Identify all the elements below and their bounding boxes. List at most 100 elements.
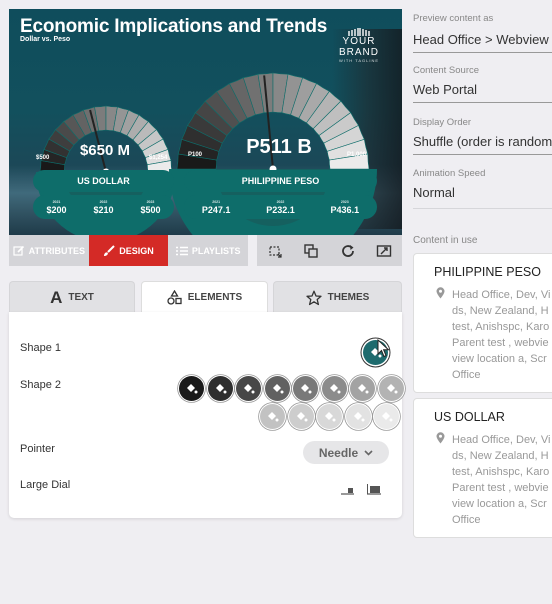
star-icon <box>306 290 322 305</box>
small-gauge-values: 2021 $200 2022 $210 2023 $500 <box>33 195 174 219</box>
paint-bucket-icon <box>301 384 312 394</box>
brand-name: YOUR BRAND <box>338 36 379 58</box>
tab-text-label: TEXT <box>68 292 94 303</box>
mouse-cursor <box>377 339 390 358</box>
animation-speed-label: Animation Speed <box>413 168 486 179</box>
brand-tagline: WITH TAGLINE <box>338 58 380 63</box>
tab-elements-label: ELEMENTS <box>187 292 243 303</box>
layers-icon[interactable] <box>303 243 319 259</box>
paint-bucket-icon <box>244 384 255 394</box>
display-order-select[interactable]: Shuffle (order is random) <box>413 134 552 155</box>
paint-bucket-icon <box>325 412 336 422</box>
tab-themes-label: THEMES <box>327 292 370 303</box>
large-gauge-value-3: 2023 P436.1 <box>330 199 360 215</box>
paint-bucket-icon <box>329 384 340 394</box>
content-card-locations: Head Office, Dev, Vi ds, New Zealand, H … <box>452 289 551 381</box>
align-bottom-large-icon[interactable] <box>366 482 382 495</box>
tab-attributes-label: ATTRIBUTES <box>28 245 85 256</box>
small-gauge-label: US DOLLAR <box>33 170 174 192</box>
shape2-color-swatch[interactable] <box>236 376 261 401</box>
shape1-label: Shape 1 <box>20 342 61 354</box>
content-card-dollar[interactable]: US DOLLAR Head Office, Dev, Vi ds, New Z… <box>413 398 552 538</box>
tab-text[interactable]: A TEXT <box>9 281 135 313</box>
paint-bucket-icon <box>268 412 279 422</box>
tab-design-label: DESIGN <box>119 245 154 256</box>
list-icon <box>175 246 188 255</box>
shape2-color-swatch[interactable] <box>321 376 347 401</box>
shape2-color-swatch[interactable] <box>317 404 342 429</box>
tab-attributes[interactable]: ATTRIBUTES <box>9 235 89 266</box>
preview-as-select[interactable]: Head Office > Webview <box>413 32 552 53</box>
content-in-use-label: Content in use <box>413 235 478 246</box>
align-bottom-small-icon[interactable] <box>340 483 355 495</box>
large-gauge-min: P100 <box>188 152 203 158</box>
brand-logo-icon <box>348 28 370 36</box>
content-card-title: US DOLLAR <box>434 410 505 424</box>
display-order-label: Display Order <box>413 117 472 128</box>
shape2-color-swatch[interactable] <box>374 404 399 429</box>
brand-logo: YOUR BRAND WITH TAGLINE <box>323 27 395 63</box>
shape2-color-swatch[interactable] <box>264 376 290 401</box>
section-divider <box>413 208 552 209</box>
small-gauge-min: $500 <box>36 155 50 161</box>
elements-panel: Shape 1 Shape 2 Pointer Needle Large Dia… <box>9 312 404 518</box>
shapes-icon <box>167 290 182 305</box>
tab-elements[interactable]: ELEMENTS <box>141 281 268 313</box>
large-gauge-value: P511 B <box>246 136 312 158</box>
preview-subtitle: Dollar vs. Peso <box>20 36 71 43</box>
paint-bucket-icon <box>386 384 397 394</box>
pointer-label: Pointer <box>20 443 55 455</box>
crop-icon[interactable] <box>267 243 283 259</box>
tab-playlists-label: PLAYLISTS <box>191 245 241 256</box>
tab-design[interactable]: DESIGN <box>88 235 169 266</box>
paint-bucket-icon <box>187 384 198 394</box>
large-gauge-label: PHILIPPINE PESO <box>184 170 377 192</box>
small-gauge-value: $650 M <box>79 142 131 159</box>
small-gauge-max: $1,254 <box>149 155 168 161</box>
small-gauge-value-3: 2023 $500 <box>140 199 161 215</box>
paint-bucket-icon <box>215 384 226 394</box>
shape2-color-swatch[interactable] <box>288 404 314 429</box>
content-source-select[interactable]: Web Portal <box>413 82 552 103</box>
content-preview: Economic Implications and Trends Dollar … <box>9 9 402 235</box>
small-gauge-value-2: 2022 $210 <box>93 199 114 215</box>
paint-bucket-icon <box>296 412 307 422</box>
content-card-locations: Head Office, Dev, Vi ds, New Zealand, H … <box>452 434 551 526</box>
shape2-color-swatch[interactable] <box>179 376 204 401</box>
refresh-icon[interactable] <box>340 243 356 259</box>
preview-actions <box>257 235 402 266</box>
paint-bucket-icon <box>272 384 283 394</box>
animation-speed-select[interactable]: Normal <box>413 185 552 205</box>
content-card-title: PHILIPPINE PESO <box>434 265 541 279</box>
paint-bucket-icon <box>382 412 393 422</box>
large-gauge-max: P1,000 <box>347 152 367 158</box>
shape2-color-swatch[interactable] <box>350 376 375 401</box>
pointer-select[interactable]: Needle <box>303 441 389 464</box>
preview-as-label: Preview content as <box>413 13 494 24</box>
content-card-peso[interactable]: PHILIPPINE PESO Head Office, Dev, Vi ds,… <box>413 253 552 393</box>
large-gauge-value-1: 2021 P247.1 <box>201 199 231 215</box>
shape2-color-swatch[interactable] <box>260 404 285 429</box>
shape2-color-swatch[interactable] <box>207 376 233 401</box>
location-pin-icon <box>436 432 445 444</box>
tab-playlists[interactable]: PLAYLISTS <box>168 235 248 266</box>
content-source-label: Content Source <box>413 65 480 76</box>
large-gauge-value-2: 2022 P232.1 <box>266 199 295 215</box>
paint-bucket-icon <box>353 412 364 422</box>
small-gauge-value-1: 2021 $200 <box>46 199 67 215</box>
tab-themes[interactable]: THEMES <box>273 281 402 313</box>
chevron-down-icon <box>364 449 373 456</box>
shape2-color-swatch[interactable] <box>378 376 404 401</box>
location-pin-icon <box>436 287 445 299</box>
shape2-color-swatch[interactable] <box>345 404 371 429</box>
shape2-color-swatch[interactable] <box>293 376 318 401</box>
shape2-label: Shape 2 <box>20 379 61 391</box>
expand-icon[interactable] <box>376 243 392 259</box>
edit-icon <box>13 245 24 256</box>
text-icon: A <box>50 287 63 307</box>
editor-mode-tabs: ATTRIBUTES DESIGN PLAYLISTS <box>9 235 248 266</box>
panel-tabs: A TEXT ELEMENTS THEMES <box>9 281 402 313</box>
paint-bucket-icon <box>358 384 369 394</box>
preview-title: Economic Implications and Trends <box>20 16 328 37</box>
large-dial-label: Large Dial <box>20 479 71 491</box>
